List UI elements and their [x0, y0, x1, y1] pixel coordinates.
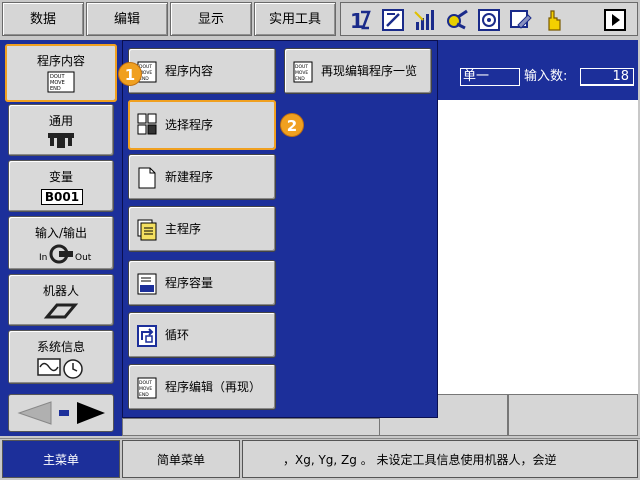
input-count-label: 输入数:	[524, 69, 568, 84]
submenu-program-edit-replay[interactable]: DOUT MOVE END 程序编辑（再现）	[128, 364, 276, 410]
submenu-main-program[interactable]: 主程序	[128, 206, 276, 252]
svg-text:DOUT: DOUT	[139, 380, 152, 386]
left-system-info-label: 系统信息	[36, 340, 85, 354]
submenu-main-program-label: 主程序	[165, 222, 202, 236]
svg-text:DOUT: DOUT	[295, 64, 308, 70]
svg-text:END: END	[50, 86, 61, 92]
svg-text:MOVE: MOVE	[295, 70, 308, 76]
left-system-info-button[interactable]: 系统信息	[8, 330, 114, 384]
io-connector-icon	[49, 244, 73, 264]
step-badge-1: 1	[118, 62, 142, 86]
right-header: 单一 输入数: 18	[438, 48, 638, 100]
submenu-select-program-label: 选择程序	[165, 118, 214, 132]
robot-arm-icon	[43, 303, 79, 319]
status-message: ，Xg, Yg, Zg 。 未设定工具信息使用机器人，会逆	[242, 440, 638, 478]
page-separator-icon	[59, 410, 69, 416]
page-forward-icon[interactable]	[603, 8, 627, 32]
submenu-program-capacity-label: 程序容量	[165, 276, 214, 290]
speed-icon[interactable]: 1	[349, 8, 373, 32]
left-general-button[interactable]: 通用	[8, 104, 114, 156]
general-tool-icon	[48, 133, 74, 148]
left-robot-button[interactable]: 机器人	[8, 274, 114, 326]
io-out-label: Out	[75, 253, 92, 263]
submenu-program-content[interactable]: DOUT MOVE END 程序内容	[128, 48, 276, 94]
submenu-program-edit-replay-label: 程序编辑（再现）	[165, 380, 262, 394]
svg-text:MOVE: MOVE	[139, 386, 152, 392]
svg-text:END: END	[295, 76, 305, 82]
program-file-icon: DOUTMOVEEND	[293, 61, 313, 83]
function-key-5[interactable]	[508, 394, 638, 436]
menu-edit[interactable]: 编辑	[86, 2, 168, 36]
variable-b001-box: B001	[41, 189, 83, 205]
main-program-icon	[137, 219, 157, 241]
mode-field[interactable]: 单一	[460, 68, 520, 86]
camera-icon[interactable]	[477, 8, 501, 32]
submenu-select-program[interactable]: 选择程序	[128, 100, 276, 150]
edit-mode-icon[interactable]	[381, 8, 405, 32]
io-in-label: In	[39, 253, 48, 263]
function-key-row	[122, 418, 380, 436]
menu-utility[interactable]: 实用工具	[254, 2, 336, 36]
submenu-cycle-label: 循环	[165, 328, 190, 342]
page-back-icon[interactable]	[15, 400, 55, 426]
page-nav	[8, 394, 114, 432]
submenu-cycle[interactable]: 循环	[128, 312, 276, 358]
submenu-replay-edit-list[interactable]: DOUT MOVE END 再现编辑程序一览	[284, 48, 432, 94]
input-count-field[interactable]: 18	[580, 68, 634, 86]
program-file-icon: DOUTMOVEEND	[137, 377, 157, 399]
page-next-icon[interactable]	[73, 400, 109, 426]
system-info-icon	[37, 358, 83, 379]
hand-pointer-icon[interactable]	[541, 8, 565, 32]
status-toolbar: 1	[340, 2, 638, 36]
left-program-content-label: 程序内容	[36, 54, 85, 68]
main-menu-tab[interactable]: 主菜单	[2, 440, 120, 478]
simple-menu-tab[interactable]: 简单菜单	[122, 440, 240, 478]
menu-display[interactable]: 显示	[170, 2, 252, 36]
left-io-button[interactable]: 输入/输出 In Out	[8, 216, 114, 270]
left-general-label: 通用	[48, 114, 73, 128]
new-file-icon	[138, 167, 156, 189]
submenu-program-content-label: 程序内容	[165, 64, 214, 78]
submenu-replay-edit-list-label: 再现编辑程序一览	[321, 64, 418, 78]
submenu-new-program[interactable]: 新建程序	[128, 154, 276, 200]
svg-text:END: END	[139, 392, 149, 398]
screen-edit-icon[interactable]	[509, 8, 533, 32]
signal-level-icon[interactable]	[413, 8, 437, 32]
submenu-new-program-label: 新建程序	[165, 170, 214, 184]
left-robot-label: 机器人	[42, 284, 79, 298]
right-header-strip	[438, 40, 638, 48]
left-variables-label: 变量	[48, 170, 73, 184]
cycle-icon	[137, 325, 157, 347]
menu-data[interactable]: 数据	[2, 2, 84, 36]
submenu-program-capacity[interactable]: 程序容量	[128, 260, 276, 306]
tool-icon[interactable]	[445, 8, 469, 32]
left-io-label: 输入/输出	[34, 226, 88, 240]
capacity-icon	[137, 273, 157, 295]
left-program-content-button[interactable]: 程序内容 DOUT MOVE END	[5, 44, 117, 102]
program-file-icon: DOUTMOVEEND	[47, 71, 75, 93]
left-variables-button[interactable]: 变量 B001	[8, 160, 114, 212]
step-badge-2: 2	[280, 113, 304, 137]
select-program-icon	[137, 113, 157, 135]
